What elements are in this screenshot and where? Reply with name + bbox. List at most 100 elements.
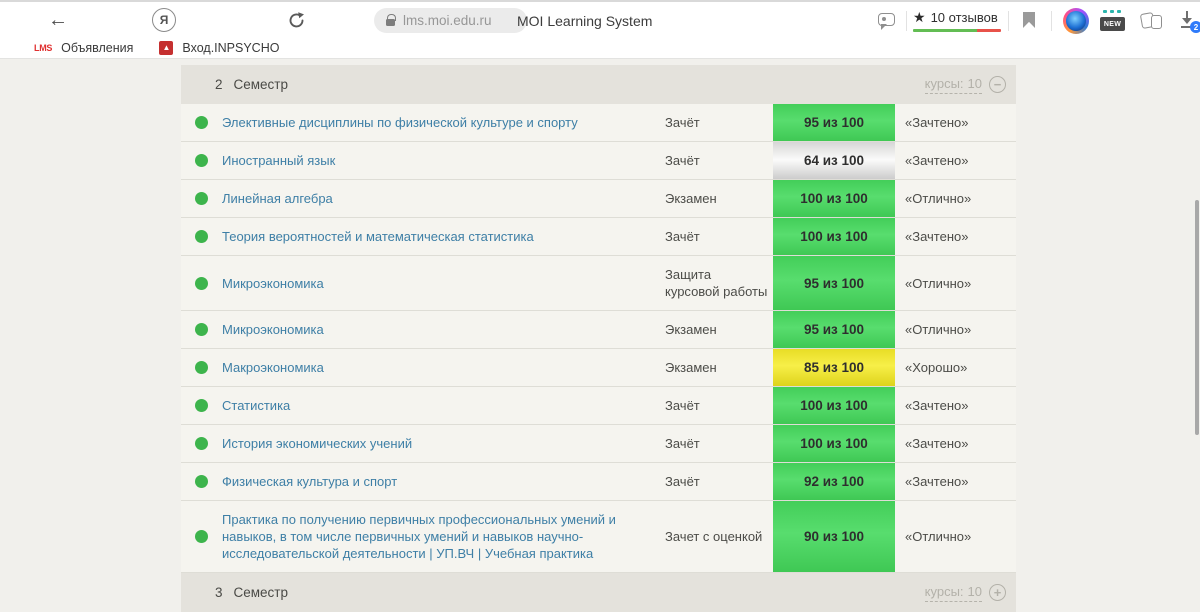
chat-button[interactable] [878,13,895,26]
score-cell: 85 из 100 [773,349,895,386]
grade-value: «Зачтено» [895,398,1016,413]
reviews-count: 10 отзывов [931,10,998,25]
assessment-type: Экзамен [665,349,773,386]
course-link[interactable]: Теория вероятностей и математическая ста… [222,218,665,255]
score-cell: 95 из 100 [773,311,895,348]
score-value: 95 из 100 [804,276,864,291]
lms-page: 2 Семестр курсы:10 − Элективные дисципли… [0,60,1200,609]
course-link[interactable]: Микроэкономика [222,265,665,302]
score-cell: 95 из 100 [773,256,895,310]
score-cell: 92 из 100 [773,463,895,500]
assessment-type: Зачёт [665,104,773,141]
downloads-button[interactable]: 2 [1178,10,1198,30]
course-row: Микроэкономика Защита курсовой работы 95… [181,256,1016,311]
status-dot-icon [195,361,208,374]
whats-new-icon: NEW [1100,10,1125,31]
course-row: Иностранный язык Зачёт 64 из 100 «Зачтен… [181,142,1016,180]
course-link[interactable]: Практика по получению первичных професси… [222,501,665,572]
status-dot-icon [195,230,208,243]
assessment-type: Зачёт [665,142,773,179]
status-dot-icon [195,192,208,205]
course-link[interactable]: Микроэкономика [222,311,665,348]
bookmark-label: Вход.INPSYCHO [182,41,279,55]
lms-favicon: LMS [34,43,52,53]
score-value: 95 из 100 [804,115,864,130]
course-row: Теория вероятностей и математическая ста… [181,218,1016,256]
status-dot-icon [195,277,208,290]
collapse-icon[interactable]: − [989,76,1006,93]
back-icon: ← [48,10,68,30]
whats-new-button[interactable]: NEW [1100,10,1125,31]
status-dot-icon [195,530,208,543]
course-link[interactable]: Физическая культура и спорт [222,463,665,500]
refresh-button[interactable] [287,11,306,30]
course-link[interactable]: Иностранный язык [222,142,665,179]
yandex-icon: Я [152,8,176,32]
rating-bar-negative [977,29,1001,32]
semester-2-courses-toggle[interactable]: курсы:10 [925,76,982,94]
assessment-type: Зачёт [665,425,773,462]
site-reviews-button[interactable]: ★ 10 отзывов [913,9,1001,32]
assessment-type: Зачёт [665,463,773,500]
score-value: 100 из 100 [800,436,868,451]
assessment-type: Экзамен [665,311,773,348]
address-bar[interactable]: lms.moi.edu.ru [374,8,527,33]
back-button[interactable]: ← [48,10,68,30]
grade-value: «Зачтено» [895,436,1016,451]
score-value: 100 из 100 [800,191,868,206]
score-cell: 100 из 100 [773,425,895,462]
grade-value: «Зачтено» [895,153,1016,168]
course-row: Макроэкономика Экзамен 85 из 100 «Хорошо… [181,349,1016,387]
course-link[interactable]: Элективные дисциплины по физической куль… [222,104,665,141]
bookmark-flag-icon [1023,12,1035,28]
grade-value: «Хорошо» [895,360,1016,375]
page-scrollbar[interactable] [1195,200,1199,435]
lock-icon [386,19,395,26]
yandex-home-button[interactable]: Я [152,8,176,32]
bookmark-item-inpsycho[interactable]: ▲ Вход.INPSYCHO [159,41,279,55]
status-dot-icon [195,154,208,167]
semester-label: Семестр [234,585,289,600]
course-link[interactable]: Макроэкономика [222,349,665,386]
semester-grades-table: 2 Семестр курсы:10 − Элективные дисципли… [181,65,1016,612]
bookmark-item-announcements[interactable]: LMS Объявления [34,41,133,55]
grade-value: «Зачтено» [895,474,1016,489]
status-dot-icon [195,323,208,336]
assessment-type: Защита курсовой работы [665,256,773,310]
score-value: 85 из 100 [804,360,864,375]
bookmark-label: Объявления [61,41,133,55]
course-link[interactable]: История экономических учений [222,425,665,462]
profile-button[interactable] [1063,8,1089,34]
semester-label: Семестр [234,77,289,92]
course-row: Физическая культура и спорт Зачёт 92 из … [181,463,1016,501]
semester-2-header: 2 Семестр курсы:10 − [181,65,1016,104]
download-badge: 2 [1190,21,1200,33]
collections-button[interactable] [1140,11,1164,31]
toolbar-divider [906,11,907,31]
score-cell: 100 из 100 [773,218,895,255]
avatar [1063,8,1089,34]
browser-toolbar: ← Я lms.moi.edu.ru MOI Learning System ★… [0,0,1200,37]
grade-value: «Отлично» [895,191,1016,206]
collections-icon [1140,11,1164,31]
chat-icon [878,13,895,26]
course-row: Практика по получению первичных професси… [181,501,1016,573]
score-value: 90 из 100 [804,529,864,544]
grade-value: «Зачтено» [895,229,1016,244]
assessment-type: Зачёт [665,218,773,255]
assessment-type: Зачёт [665,387,773,424]
score-value: 92 из 100 [804,474,864,489]
semester-3-courses-toggle[interactable]: курсы:10 [925,584,982,602]
course-row: Статистика Зачёт 100 из 100 «Зачтено» [181,387,1016,425]
star-icon: ★ [913,9,926,26]
page-title: MOI Learning System [517,13,652,29]
toolbar-divider [1008,11,1009,31]
course-link[interactable]: Статистика [222,387,665,424]
grade-value: «Отлично» [895,529,1016,544]
status-dot-icon [195,116,208,129]
course-link[interactable]: Линейная алгебра [222,180,665,217]
score-value: 64 из 100 [804,153,864,168]
bookmark-button[interactable] [1023,12,1035,28]
expand-icon[interactable]: + [989,584,1006,601]
assessment-type: Экзамен [665,180,773,217]
